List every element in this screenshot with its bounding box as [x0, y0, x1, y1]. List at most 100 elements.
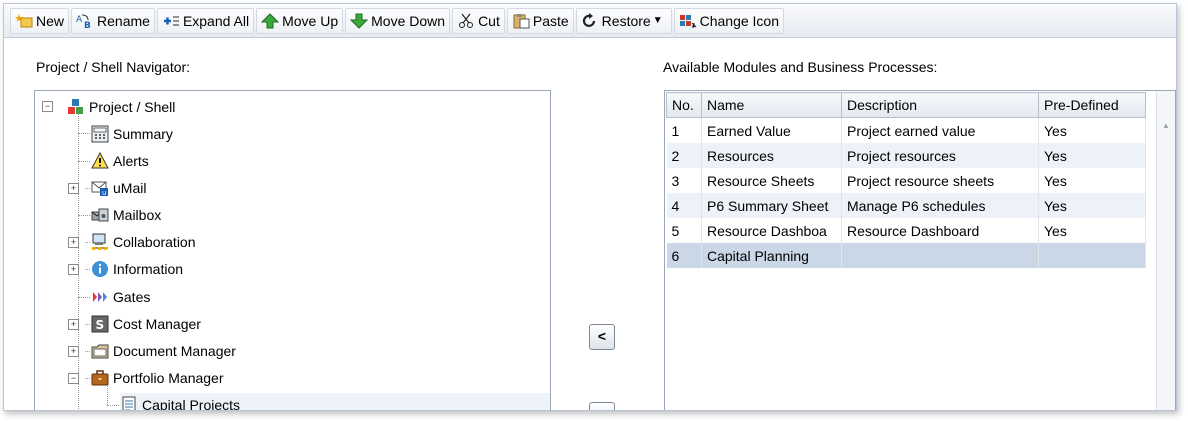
available-modules-grid: No. Name Description Pre-Defined 1 Earne…: [664, 90, 1176, 410]
cell-name: Resources: [701, 143, 842, 168]
restore-button[interactable]: Restore ▼: [575, 7, 672, 34]
table-row-selected[interactable]: 6 Capital Planning: [666, 243, 1146, 268]
expand-toggle[interactable]: +: [68, 237, 79, 248]
cell-no: 3: [666, 168, 702, 193]
tree-root-label: Project / Shell: [89, 99, 176, 115]
cut-button[interactable]: Cut: [452, 7, 505, 34]
collapse-toggle[interactable]: −: [42, 101, 53, 112]
svg-text:S: S: [96, 318, 105, 332]
tree-item-umail[interactable]: u uMail: [91, 176, 146, 200]
cell-description: Project resources: [841, 143, 1039, 168]
arrow-down-icon: [349, 13, 369, 29]
tree-connector: [107, 405, 119, 406]
cell-pre-defined: [1038, 243, 1146, 268]
column-header-description[interactable]: Description: [841, 92, 1039, 118]
cell-name: Resource Sheets: [701, 168, 842, 193]
tree-item-information[interactable]: Information: [91, 257, 183, 281]
rename-ab-icon: AB: [76, 13, 94, 31]
cell-description: Manage P6 schedules: [841, 193, 1039, 218]
modules-table: No. Name Description Pre-Defined 1 Earne…: [666, 92, 1146, 268]
tree-item-collaboration[interactable]: Collaboration: [91, 230, 196, 254]
table-row[interactable]: 3 Resource Sheets Project resource sheet…: [666, 168, 1146, 193]
expand-toggle[interactable]: +: [68, 346, 79, 357]
clipboard-icon: [512, 13, 530, 29]
table-row[interactable]: 4 P6 Summary Sheet Manage P6 schedules Y…: [666, 193, 1146, 218]
cell-pre-defined: Yes: [1038, 168, 1146, 193]
arrow-up-icon: [260, 12, 280, 29]
tree-item-label: uMail: [113, 180, 147, 196]
table-row[interactable]: 2 Resources Project resources Yes: [666, 143, 1146, 168]
toolbar: New AB Rename Expand All Move Up Move Do…: [4, 4, 1176, 38]
expand-toggle[interactable]: +: [68, 183, 79, 194]
tree-connector: [78, 161, 90, 162]
vertical-scrollbar[interactable]: ▲: [1156, 91, 1175, 410]
mail-icon: u: [91, 179, 109, 197]
table-row[interactable]: 5 Resource Dashboa Resource Dashboard Ye…: [666, 218, 1146, 243]
tree-root-project-shell[interactable]: Project / Shell: [67, 95, 175, 119]
new-label: New: [36, 12, 65, 29]
rename-button[interactable]: AB Rename: [71, 7, 155, 34]
tree-item-label: Gates: [113, 289, 151, 305]
tree-item-cost-manager[interactable]: S Cost Manager: [91, 312, 201, 336]
tree-item-label: Summary: [113, 126, 173, 142]
tree-item-summary[interactable]: Summary: [91, 122, 173, 146]
move-down-button[interactable]: Move Down: [345, 7, 451, 34]
column-header-no[interactable]: No.: [666, 92, 702, 118]
cell-name: P6 Summary Sheet: [701, 193, 842, 218]
expand-toggle[interactable]: +: [68, 264, 79, 275]
cell-no: 4: [666, 193, 702, 218]
cell-no: 1: [666, 117, 702, 143]
tree-item-label: Collaboration: [113, 234, 196, 250]
cell-pre-defined: Yes: [1038, 193, 1146, 218]
cell-description: Project resource sheets: [841, 168, 1039, 193]
svg-text:A: A: [76, 15, 83, 25]
tree-item-label: Information: [113, 261, 184, 277]
cell-description: Resource Dashboard: [841, 218, 1039, 243]
tree-connector: [78, 111, 79, 410]
cell-name: Earned Value: [701, 117, 842, 143]
tree-item-alerts[interactable]: Alerts: [91, 149, 149, 173]
change-icon-button[interactable]: Change Icon: [673, 7, 785, 34]
tree-connector: [78, 297, 90, 298]
expand-toggle[interactable]: +: [68, 319, 79, 330]
tree-connector: [78, 215, 90, 216]
expand-all-button[interactable]: Expand All: [156, 7, 255, 34]
table-header-row: No. Name Description Pre-Defined: [666, 92, 1146, 118]
svg-text:u: u: [102, 189, 106, 197]
cell-description: Project earned value: [841, 117, 1039, 143]
scroll-up-icon[interactable]: ▲: [1162, 121, 1170, 130]
cell-pre-defined: Yes: [1038, 117, 1146, 143]
column-header-pre-defined[interactable]: Pre-Defined: [1038, 92, 1146, 118]
new-sparkle-icon: [15, 13, 33, 29]
modules-label: Available Modules and Business Processes…: [663, 59, 938, 75]
paste-button[interactable]: Paste: [506, 7, 574, 34]
move-up-button[interactable]: Move Up: [256, 7, 344, 34]
tree-item-document-manager[interactable]: Document Manager: [91, 339, 236, 363]
project-shell-icon: [67, 98, 85, 116]
change-icon-label: Change Icon: [699, 12, 780, 29]
tree-item-capital-projects[interactable]: Capital Projects: [120, 393, 550, 411]
column-header-name[interactable]: Name: [701, 92, 842, 118]
project-shell-navigator-tree[interactable]: − Project / Shell Summary Alerts + u uMa…: [34, 90, 551, 411]
calculator-icon: [91, 125, 109, 143]
collapse-toggle[interactable]: −: [68, 373, 79, 384]
tree-item-label: Capital Projects: [142, 397, 241, 411]
cell-name: Resource Dashboa: [701, 218, 842, 243]
cell-name: Capital Planning: [701, 243, 842, 268]
add-module-button[interactable]: <: [589, 324, 615, 350]
move-down-label: Move Down: [371, 12, 446, 29]
window: New AB Rename Expand All Move Up Move Do…: [3, 3, 1177, 411]
restore-dropdown-icon[interactable]: ▼: [653, 15, 663, 26]
tree-item-mailbox[interactable]: Mailbox: [91, 203, 161, 227]
cell-description: [841, 243, 1039, 268]
new-button[interactable]: New: [10, 7, 70, 34]
tree-item-label: Document Manager: [113, 343, 236, 359]
tree-item-portfolio-manager[interactable]: Portfolio Manager: [91, 366, 224, 390]
remove-module-button[interactable]: [589, 402, 615, 410]
tree-item-gates[interactable]: Gates: [91, 285, 150, 309]
restore-label: Restore: [601, 12, 651, 29]
mailbox-icon: [91, 206, 109, 224]
table-row[interactable]: 1 Earned Value Project earned value Yes: [666, 117, 1146, 143]
tree-item-label: Mailbox: [113, 207, 162, 223]
cut-label: Cut: [478, 12, 500, 29]
